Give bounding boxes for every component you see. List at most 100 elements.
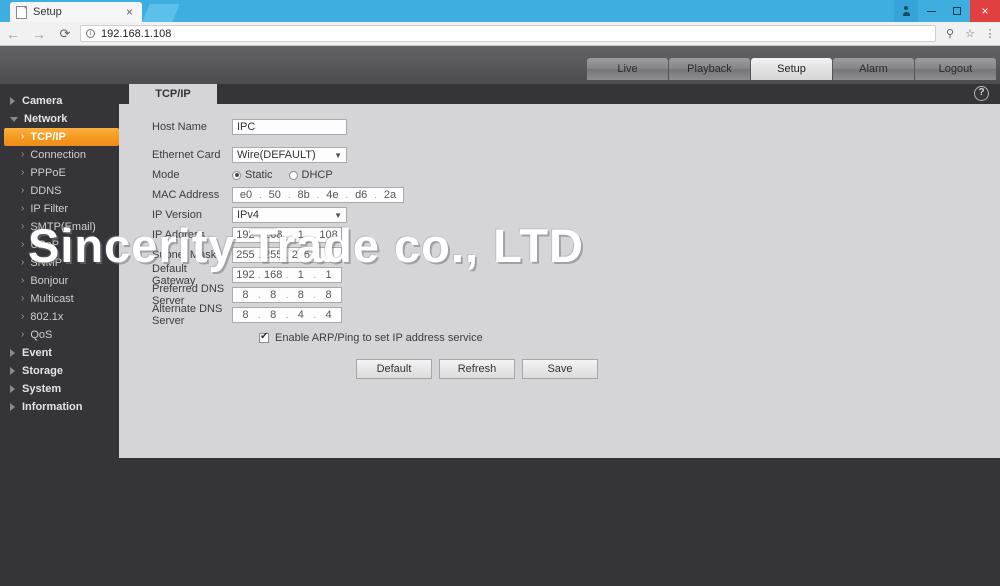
octet-value[interactable]: 255 — [233, 249, 258, 261]
back-icon[interactable]: ← — [0, 22, 26, 46]
default-button[interactable]: Default — [356, 359, 432, 379]
help-icon[interactable]: ? — [974, 86, 989, 101]
chevron-down-icon: ▼ — [334, 210, 342, 220]
nav-tab-alarm[interactable]: Alarm — [833, 58, 914, 80]
arp-ping-label[interactable]: Enable ARP/Ping to set IP address servic… — [275, 332, 483, 344]
caret-right-icon — [10, 385, 15, 393]
octet-value[interactable]: 8 — [233, 309, 258, 321]
close-tab-icon[interactable]: × — [123, 6, 136, 18]
reload-icon[interactable]: ⟳ — [52, 22, 78, 46]
sidebar-item-label: DDNS — [30, 185, 62, 197]
sidebar-group-network[interactable]: Network — [0, 110, 119, 128]
octet-value[interactable]: 8 — [288, 289, 313, 301]
sidebar-item-label: UPnP — [30, 239, 60, 251]
octet-value[interactable]: 4 — [288, 309, 313, 321]
nav-tab-setup[interactable]: Setup — [751, 58, 832, 80]
subnet-mask-input[interactable]: 255. 255. 255. 0 — [232, 247, 342, 263]
chevron-right-icon: › — [21, 221, 25, 232]
sidebar-item-qos[interactable]: › QoS — [0, 326, 119, 344]
tab-tcpip[interactable]: TCP/IP — [129, 84, 217, 104]
close-window-button[interactable]: × — [970, 0, 1000, 22]
sidebar-group-storage[interactable]: Storage — [0, 362, 119, 380]
browser-toolbar: ← → ⟳ i 192.168.1.108 ⚲ ☆ ⋮ — [0, 22, 1000, 46]
octet-value[interactable]: e0 — [233, 189, 259, 201]
sidebar-item-ddns[interactable]: › DDNS — [0, 182, 119, 200]
octet-value[interactable]: 1 — [316, 269, 341, 281]
chevron-right-icon: › — [21, 185, 25, 196]
arp-ping-checkbox[interactable] — [259, 331, 269, 343]
nav-tab-playback[interactable]: Playback — [669, 58, 750, 80]
nav-tab-logout[interactable]: Logout — [915, 58, 996, 80]
sidebar-group-system[interactable]: System — [0, 380, 119, 398]
sidebar-group-camera[interactable]: Camera — [0, 92, 119, 110]
sidebar-item-label: PPPoE — [30, 167, 66, 179]
radio-static-label[interactable]: Static — [245, 169, 273, 181]
sidebar-item-ip-filter[interactable]: › IP Filter — [0, 200, 119, 218]
maximize-button[interactable] — [944, 0, 970, 22]
octet-value[interactable]: 8 — [233, 289, 258, 301]
preferred-dns-input[interactable]: 8.8.8.8 — [232, 287, 342, 303]
ip-address-input[interactable]: 192. 168. 1. 108 — [232, 227, 342, 243]
save-button[interactable]: Save — [522, 359, 598, 379]
content-panel: TCP/IP ? Host Name IPC Ethernet Card Wir… — [119, 84, 1000, 458]
octet-value[interactable]: 108 — [316, 229, 341, 241]
new-tab-button[interactable] — [142, 4, 180, 22]
sidebar-item-bonjour[interactable]: › Bonjour — [0, 272, 119, 290]
sidebar-item-pppoe[interactable]: › PPPoE — [0, 164, 119, 182]
radio-dhcp[interactable] — [288, 170, 298, 180]
browser-menu-icon[interactable]: ⋮ — [980, 22, 1000, 46]
octet-value[interactable]: 192 — [233, 269, 258, 281]
octet-value[interactable]: 192 — [233, 229, 258, 241]
bookmark-star-icon[interactable]: ☆ — [960, 22, 980, 46]
field-ip-version: IP Version IPv4 ▼ — [119, 206, 1000, 224]
chevron-right-icon: › — [21, 329, 25, 340]
alternate-dns-input[interactable]: 8.8.4.4 — [232, 307, 342, 323]
ip-version-select[interactable]: IPv4 ▼ — [232, 207, 347, 223]
caret-right-icon — [10, 349, 15, 357]
subnet-mask-label: Subnet Mask — [152, 249, 217, 261]
octet-value[interactable]: 168 — [261, 229, 286, 241]
octet-value[interactable]: 4 — [316, 309, 341, 321]
sidebar-item-smtp-email[interactable]: › SMTP(Email) — [0, 218, 119, 236]
octet-value[interactable]: 50 — [262, 189, 288, 201]
mac-address-input[interactable]: e0. 50. 8b. 4e. d6. 2a — [232, 187, 404, 203]
sidebar-group-information[interactable]: Information — [0, 398, 119, 416]
sidebar-group-label: Event — [22, 347, 52, 359]
sidebar-item-multicast[interactable]: › Multicast — [0, 290, 119, 308]
octet-value[interactable]: 8 — [261, 309, 286, 321]
nav-tab-live[interactable]: Live — [587, 58, 668, 80]
octet-value[interactable]: 168 — [261, 269, 286, 281]
octet-value[interactable]: 255 — [288, 249, 313, 261]
radio-static[interactable] — [232, 170, 241, 180]
arp-ping-row: Enable ARP/Ping to set IP address servic… — [119, 331, 1000, 344]
sidebar-item-connection[interactable]: › Connection — [0, 146, 119, 164]
octet-value[interactable]: d6 — [348, 189, 374, 201]
refresh-button[interactable]: Refresh — [439, 359, 515, 379]
sidebar-group-event[interactable]: Event — [0, 344, 119, 362]
octet-value[interactable]: 8 — [316, 289, 341, 301]
octet-value[interactable]: 8 — [261, 289, 286, 301]
sidebar-item-snmp[interactable]: › SNMP — [0, 254, 119, 272]
minimize-button[interactable] — [918, 0, 944, 22]
site-info-icon[interactable]: i — [86, 29, 95, 38]
sidebar-item-upnp[interactable]: › UPnP — [0, 236, 119, 254]
address-bar[interactable]: i 192.168.1.108 — [80, 25, 936, 42]
octet-value[interactable]: 0 — [316, 249, 341, 261]
ethernet-card-value: Wire(DEFAULT) — [237, 149, 316, 161]
octet-value[interactable]: 1 — [288, 229, 313, 241]
pin-icon[interactable]: ⚲ — [940, 22, 960, 46]
sidebar-item-802-1x[interactable]: › 802.1x — [0, 308, 119, 326]
sidebar-item-tcp-ip[interactable]: › TCP/IP — [4, 128, 119, 146]
default-gateway-input[interactable]: 192. 168. 1. 1 — [232, 267, 342, 283]
host-name-input[interactable]: IPC — [232, 119, 347, 135]
forward-icon[interactable]: → — [26, 22, 52, 46]
browser-tab[interactable]: Setup × — [10, 2, 142, 22]
profile-icon[interactable] — [894, 0, 918, 22]
octet-value[interactable]: 4e — [319, 189, 345, 201]
octet-value[interactable]: 255 — [261, 249, 286, 261]
ethernet-card-select[interactable]: Wire(DEFAULT) ▼ — [232, 147, 347, 163]
radio-dhcp-label[interactable]: DHCP — [302, 169, 333, 181]
octet-value[interactable]: 8b — [291, 189, 317, 201]
octet-value[interactable]: 2a — [377, 189, 403, 201]
octet-value[interactable]: 1 — [288, 269, 313, 281]
